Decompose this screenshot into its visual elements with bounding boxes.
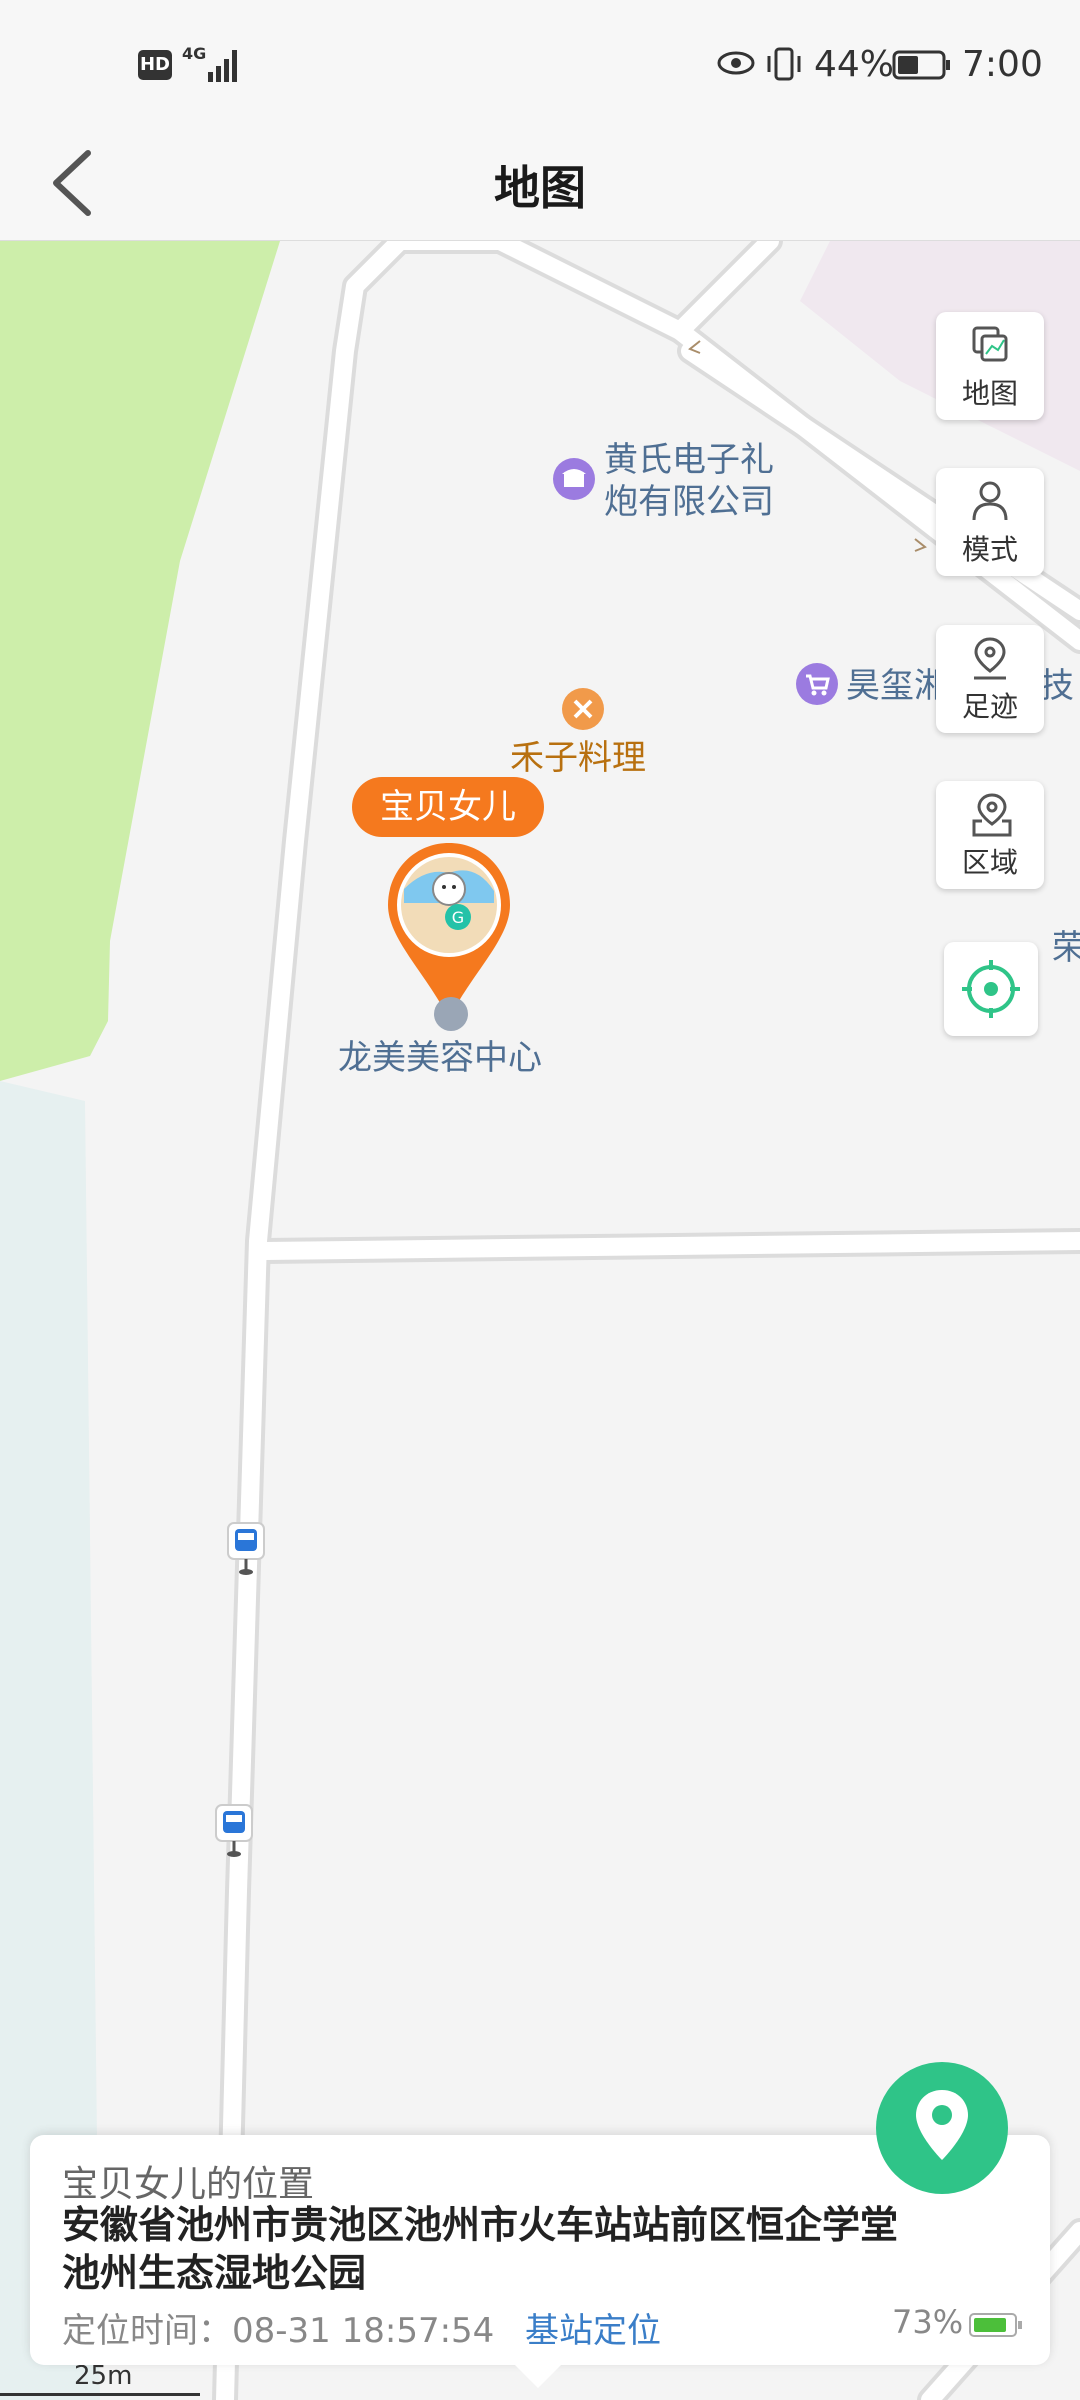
eye-icon bbox=[716, 48, 756, 82]
marker-anchor-dot bbox=[434, 997, 468, 1031]
poi-label: 昊玺湘 bbox=[846, 666, 948, 706]
poi-label: 荣 bbox=[1052, 928, 1080, 968]
poi-label: 黄氏电子礼 炮有限公司 bbox=[604, 440, 774, 522]
restaurant-poi-icon[interactable] bbox=[562, 688, 604, 730]
clock: 7:00 bbox=[962, 44, 1043, 85]
battery-percent: 44% bbox=[814, 44, 895, 85]
card-title: 宝贝女儿的位置 bbox=[62, 2164, 315, 2205]
poi-label: 龙美美容中心 bbox=[338, 1038, 542, 1078]
poi-label: 技 bbox=[1040, 666, 1074, 706]
area-pin-icon bbox=[972, 793, 1012, 837]
button-label: 地图 bbox=[961, 377, 1018, 410]
button-label: 模式 bbox=[961, 533, 1018, 566]
vibrate-icon bbox=[764, 46, 804, 86]
layers-icon bbox=[972, 326, 1008, 362]
footprint-pin-icon bbox=[974, 637, 1006, 680]
svg-text:G: G bbox=[452, 908, 464, 927]
app-header: 地图 bbox=[0, 130, 1080, 241]
map-scale: 25m bbox=[0, 2361, 200, 2397]
device-battery-icon bbox=[968, 2311, 1024, 2343]
map-layers-button[interactable]: 地图 bbox=[936, 312, 1044, 420]
battery-icon bbox=[892, 50, 952, 84]
card-address: 安徽省池州市贵池区池州市火车站站前区恒企学堂 池州生态湿地公园 bbox=[62, 2203, 899, 2295]
bus-stop-icon[interactable] bbox=[214, 1803, 254, 1861]
hd-badge: HD bbox=[138, 50, 172, 80]
person-icon bbox=[972, 481, 1008, 521]
status-bar: HD 4G 44% 7:00 bbox=[0, 0, 1080, 130]
button-label: 区域 bbox=[961, 846, 1018, 879]
cart-poi-icon[interactable] bbox=[796, 663, 838, 705]
locate-button[interactable] bbox=[944, 942, 1038, 1036]
page-title: 地图 bbox=[494, 161, 586, 215]
device-name-tag[interactable]: 宝贝女儿 bbox=[352, 777, 544, 837]
button-label: 足迹 bbox=[961, 690, 1018, 723]
location-pin-button[interactable] bbox=[876, 2062, 1008, 2194]
card-pointer bbox=[512, 2362, 564, 2388]
mode-button[interactable]: 模式 bbox=[936, 468, 1044, 576]
location-type-link[interactable]: 基站定位 bbox=[525, 2303, 661, 2352]
footprint-button[interactable]: 足迹 bbox=[936, 625, 1044, 733]
area-button[interactable]: 区域 bbox=[936, 781, 1044, 889]
poi-label: 禾子料理 bbox=[510, 738, 646, 778]
bus-stop-icon[interactable] bbox=[226, 1521, 266, 1579]
shop-poi-icon[interactable] bbox=[553, 458, 595, 500]
crosshair-icon bbox=[962, 960, 1020, 1018]
device-battery-percent: 73% bbox=[892, 2303, 964, 2341]
location-pin-icon bbox=[916, 2090, 968, 2160]
location-time: 定位时间：08-31 18:57:54 bbox=[62, 2311, 495, 2351]
